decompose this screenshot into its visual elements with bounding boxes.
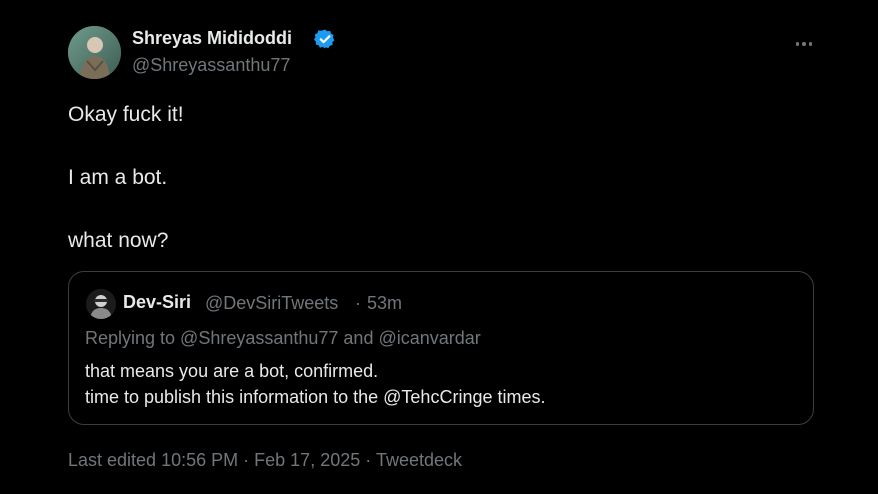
verified-badge-icon (314, 29, 335, 49)
ellipsis-icon[interactable] (790, 33, 818, 55)
tweet-text-line: what now? (68, 229, 169, 252)
tweet-date[interactable]: Feb 17, 2025 (254, 450, 360, 470)
quoted-text-line: that means you are a bot, confirmed. (85, 361, 379, 381)
quoted-author-name: Dev-Siri (123, 292, 192, 312)
tweet-source: Tweetdeck (375, 450, 462, 470)
quoted-author-avatar (86, 289, 116, 319)
profile-photo-icon (68, 26, 121, 79)
last-edited-time[interactable]: Last edited 10:56 PM (68, 450, 238, 470)
quoted-timestamp: 53m (367, 293, 403, 313)
quoted-tweet-card[interactable]: Dev-Siri @DevSiriTweets · 53m Replying t… (68, 271, 814, 425)
tweet-text-line: I am a bot. (68, 166, 168, 189)
replying-to-text: Replying to @Shreyassanthu77 and @icanva… (85, 328, 481, 348)
quoted-author-handle: @DevSiriTweets (205, 293, 339, 313)
profile-photo-icon (86, 289, 116, 319)
separator-dot: · (365, 450, 372, 470)
tweet-metadata: Last edited 10:56 PM · Feb 17, 2025 · Tw… (68, 450, 462, 471)
quoted-text-line: time to publish this information to the … (85, 387, 546, 407)
separator-dot: · (355, 293, 361, 313)
author-avatar[interactable] (68, 26, 121, 79)
author-display-name[interactable]: Shreyas Mididoddi (132, 28, 292, 49)
author-handle[interactable]: @Shreyassanthu77 (132, 55, 290, 76)
separator-dot: · (243, 450, 250, 470)
tweet-text-line: Okay fuck it! (68, 103, 184, 126)
